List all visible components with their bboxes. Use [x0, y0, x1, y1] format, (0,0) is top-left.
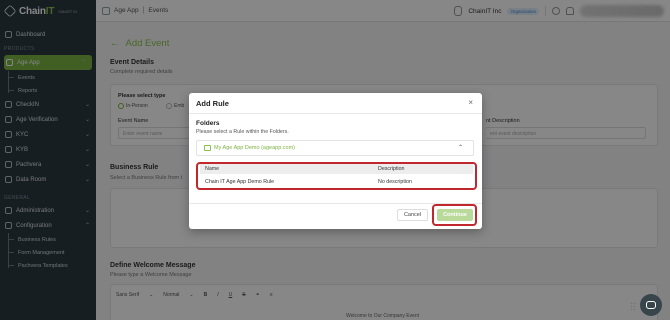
- folder-name: My Age App Demo (ageapp.com): [214, 145, 296, 151]
- add-rule-modal: Add Rule × Folders Please select a Rule …: [189, 93, 482, 229]
- folder-icon: [204, 145, 211, 151]
- folders-hint: Please select a Rule within the Folders.: [196, 129, 289, 135]
- chat-support-button[interactable]: [640, 294, 662, 316]
- column-header-name: Name: [205, 166, 220, 172]
- folder-accordion[interactable]: My Age App Demo (ageapp.com) ⌃: [196, 140, 474, 156]
- modal-title: Add Rule: [196, 99, 229, 108]
- drag-handle-icon[interactable]: [630, 302, 636, 310]
- folders-title: Folders: [196, 120, 220, 127]
- column-header-description: Description: [378, 166, 405, 172]
- chevron-up-icon[interactable]: ⌃: [458, 144, 463, 151]
- rule-name-cell: Chain IT Age App Demo Rule: [205, 179, 275, 185]
- chat-bubble-icon: [646, 301, 656, 309]
- rules-table-header: Name Description: [200, 164, 473, 174]
- rule-description-cell: No description: [378, 179, 412, 185]
- table-row[interactable]: Chain IT Age App Demo Rule No descriptio…: [200, 177, 473, 188]
- modal-header: Add Rule ×: [189, 93, 482, 114]
- continue-button[interactable]: Continue: [437, 209, 473, 221]
- cancel-button[interactable]: Cancel: [397, 209, 428, 221]
- close-icon[interactable]: ×: [468, 98, 473, 107]
